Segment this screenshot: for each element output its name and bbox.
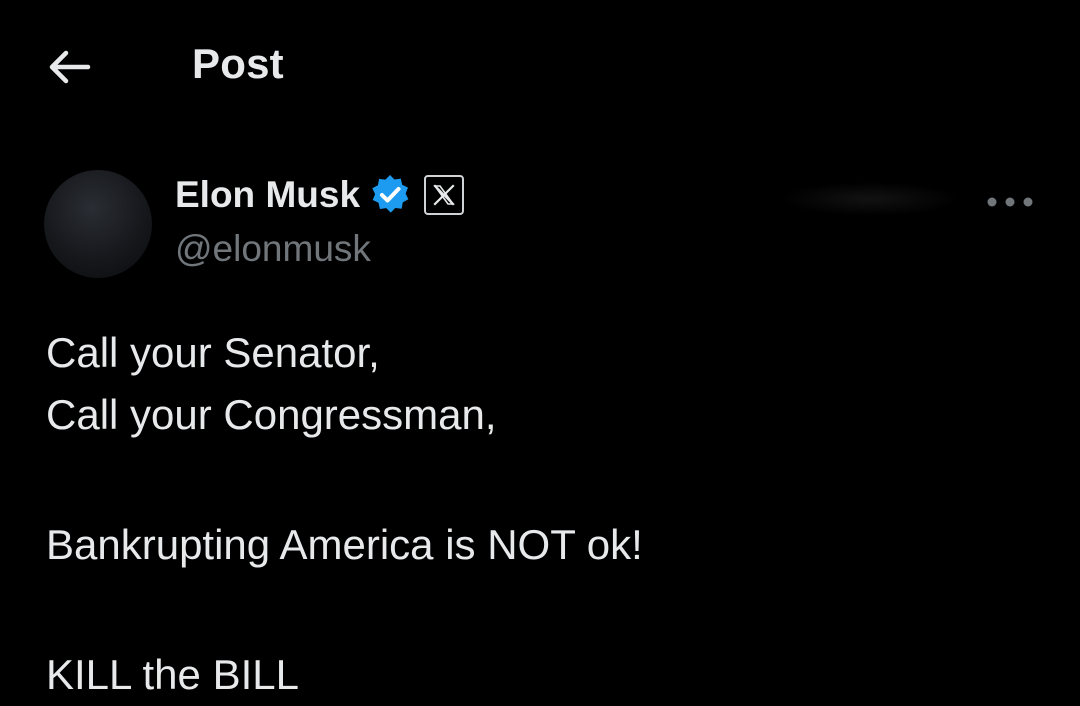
avatar[interactable] bbox=[44, 170, 152, 278]
post-line: Call your Congressman, bbox=[46, 391, 497, 438]
more-options-button[interactable] bbox=[980, 184, 1040, 220]
top-bar: Post bbox=[0, 0, 1080, 130]
user-handle[interactable]: @elonmusk bbox=[175, 228, 371, 270]
display-name[interactable]: Elon Musk bbox=[175, 174, 360, 216]
post-author: Elon Musk @elonmusk bbox=[0, 160, 1080, 280]
post-line-blank bbox=[46, 576, 1046, 644]
more-horizontal-icon bbox=[987, 197, 1033, 207]
x-logo-icon[interactable] bbox=[424, 175, 465, 215]
verified-badge-icon[interactable] bbox=[368, 173, 412, 217]
arrow-left-icon bbox=[49, 50, 91, 84]
page-title: Post bbox=[192, 40, 284, 87]
back-button[interactable] bbox=[44, 44, 96, 90]
post-text: Call your Senator, Call your Congressman… bbox=[46, 322, 1046, 706]
post-line-blank bbox=[46, 446, 1046, 514]
post-line: Bankrupting America is NOT ok! bbox=[46, 521, 643, 568]
display-name-row: Elon Musk bbox=[175, 172, 465, 218]
redacted-area bbox=[780, 182, 960, 216]
post-line: KILL the BILL bbox=[46, 651, 299, 698]
post-line: Call your Senator, bbox=[46, 329, 380, 376]
